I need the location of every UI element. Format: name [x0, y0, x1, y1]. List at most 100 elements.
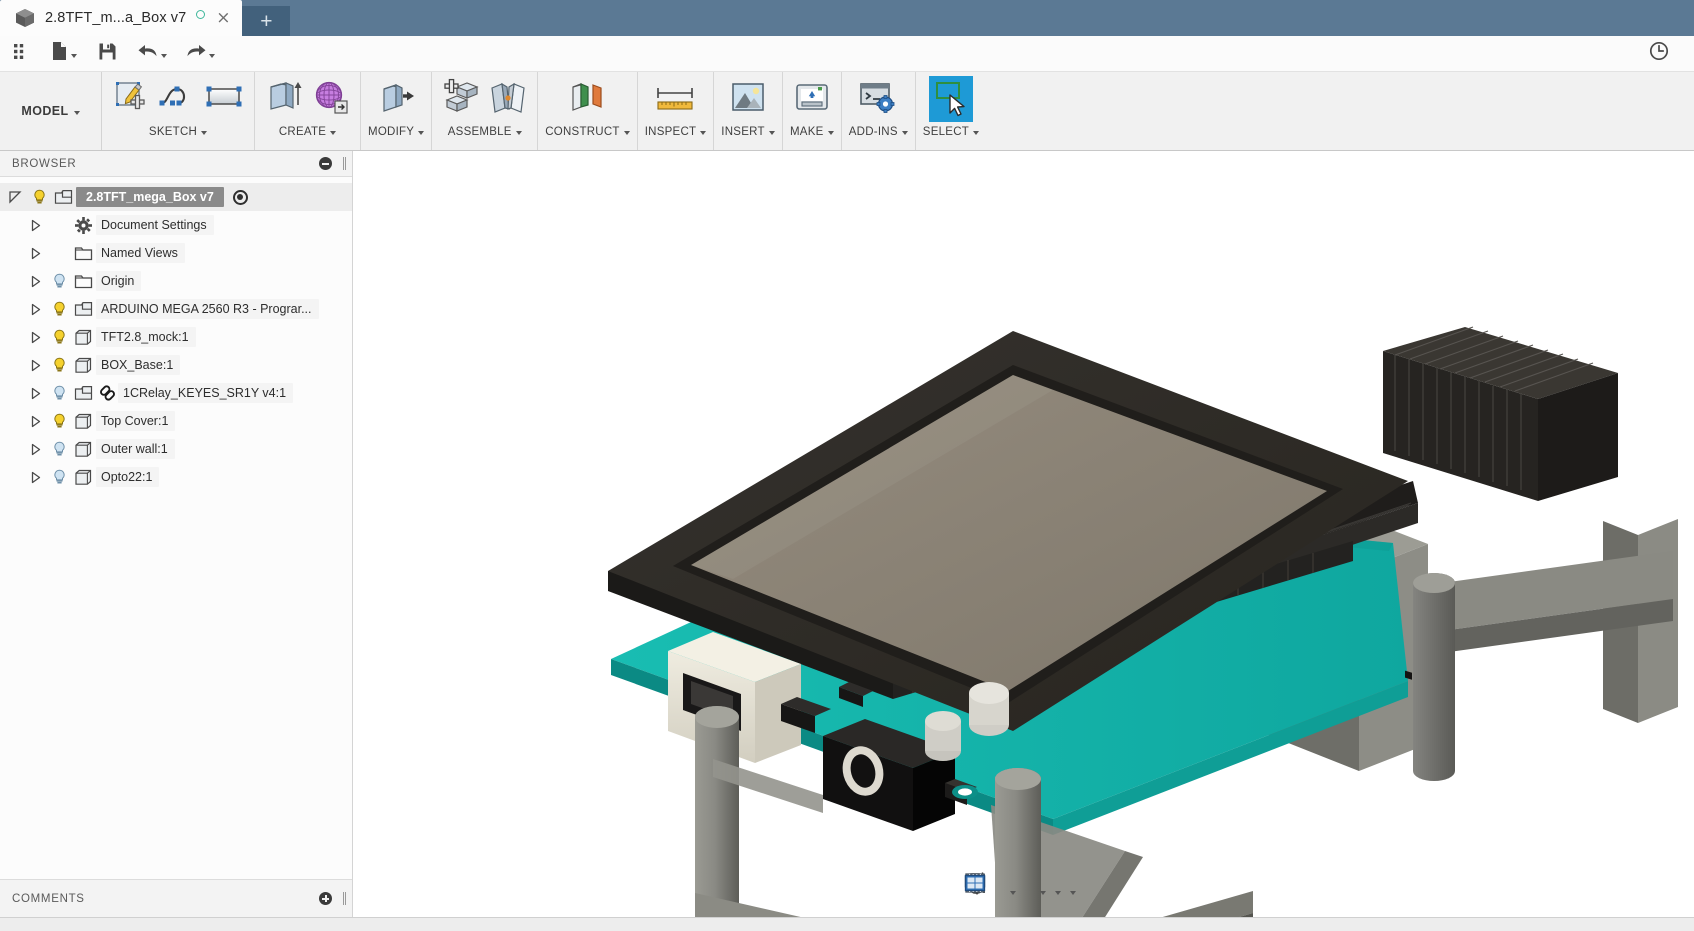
offset-plane-button[interactable] [565, 76, 609, 122]
cad-model-viewport [608, 326, 1678, 917]
expand-collapse-arrow[interactable] [22, 387, 48, 400]
document-tab[interactable]: 2.8TFT_m...a_Box v7 × [0, 0, 243, 36]
expand-collapse-arrow[interactable] [22, 359, 48, 372]
spline-button[interactable] [156, 76, 200, 122]
tree-row[interactable]: TFT2.8_mock:1 [0, 323, 352, 351]
expand-collapse-arrow[interactable] [22, 471, 48, 484]
ribbon-group-sketch-label[interactable]: SKETCH [149, 126, 208, 138]
tree-row[interactable]: ARDUINO MEGA 2560 R3 - Prograr... [0, 295, 352, 323]
undo-arrow-icon [137, 42, 159, 65]
zoom-button[interactable] [965, 872, 1004, 906]
comments-resize-grip[interactable] [343, 892, 346, 905]
tree-row[interactable]: BOX_Base:1 [0, 351, 352, 379]
new-component-icon [441, 78, 481, 121]
body-icon [70, 413, 96, 430]
save-button[interactable] [92, 39, 122, 69]
ribbon-group-create-label[interactable]: CREATE [279, 126, 337, 138]
rectangle-button[interactable] [203, 76, 247, 122]
pan-button[interactable] [966, 873, 997, 906]
visibility-bulb-icon[interactable] [48, 357, 70, 373]
select-tool-button[interactable] [928, 76, 973, 122]
comments-title: COMMENTS [12, 892, 85, 905]
document-tab-title: 2.8TFT_m...a_Box v7 [45, 10, 187, 26]
new-component-button[interactable] [439, 76, 483, 122]
chevron-down-icon [827, 131, 834, 135]
extrude-button[interactable] [262, 76, 306, 122]
panel-resize-grip[interactable] [343, 157, 346, 170]
expand-collapse-arrow[interactable] [22, 443, 48, 456]
tree-row[interactable]: Named Views [0, 239, 352, 267]
display-settings-button[interactable] [964, 874, 1049, 906]
ribbon-group-construct: CONSTRUCT [538, 72, 638, 150]
ribbon-group-insert-label[interactable]: INSERT [721, 126, 775, 138]
main-body: BROWSER 2.8TFT_mega_Box v7 Document Sett… [0, 151, 1694, 917]
expand-collapse-arrow[interactable] [22, 415, 48, 428]
body-icon [70, 329, 96, 346]
zoom-window-button[interactable] [964, 873, 1019, 906]
plus-circle-icon[interactable] [319, 892, 332, 905]
tree-item-label: Top Cover:1 [96, 411, 176, 431]
visibility-bulb-icon[interactable] [48, 441, 70, 457]
visibility-bulb-icon[interactable] [48, 273, 70, 289]
scripts-addins-button[interactable] [856, 76, 900, 122]
browser-header: BROWSER [0, 151, 352, 177]
tree-row[interactable]: Origin [0, 267, 352, 295]
expand-collapse-arrow[interactable] [22, 247, 48, 260]
tree-row[interactable]: Document Settings [0, 211, 352, 239]
active-component-radio[interactable] [232, 189, 248, 205]
group-label-text: SELECT [922, 126, 970, 138]
job-status-button[interactable] [1644, 39, 1674, 69]
visibility-bulb-icon[interactable] [48, 385, 70, 401]
new-file-button[interactable] [48, 39, 80, 69]
app-grid-button[interactable] [6, 39, 36, 69]
expand-collapse-arrow[interactable] [22, 219, 48, 232]
component-icon [70, 300, 96, 318]
ribbon-group-addins-label[interactable]: ADD-INS [849, 126, 908, 138]
new-tab-button[interactable]: + [242, 6, 291, 36]
tree-item-label: BOX_Base:1 [96, 355, 181, 375]
ribbon-group-assemble-label[interactable]: ASSEMBLE [448, 126, 522, 138]
gear-icon [70, 216, 96, 234]
undo-button[interactable] [134, 39, 170, 69]
ribbon-group-sketch: SKETCH [102, 72, 255, 150]
insert-mcmaster-button[interactable] [726, 76, 770, 122]
redo-button[interactable] [182, 39, 218, 69]
ribbon-group-modify-label[interactable]: MODIFY [368, 126, 425, 138]
3d-print-button[interactable] [790, 76, 834, 122]
tree-row[interactable]: Top Cover:1 [0, 407, 352, 435]
ribbon-group-construct-label[interactable]: CONSTRUCT [545, 126, 630, 138]
chevron-down-icon [1009, 890, 1016, 895]
tree-root-row[interactable]: 2.8TFT_mega_Box v7 [0, 183, 352, 211]
ribbon-toolbar: MODEL SKETCH CREATE MODIFY ASSEMBLE CONS… [0, 72, 1694, 151]
model-canvas[interactable] [353, 151, 1694, 917]
close-icon[interactable]: × [214, 9, 232, 27]
visibility-bulb-icon[interactable] [28, 189, 50, 205]
status-bar [0, 917, 1694, 931]
expand-collapse-arrow[interactable] [22, 275, 48, 288]
tree-row[interactable]: Opto22:1 [0, 463, 352, 491]
ribbon-group-select-label[interactable]: SELECT [922, 126, 980, 138]
visibility-bulb-icon[interactable] [48, 301, 70, 317]
ribbon-group-inspect-label[interactable]: INSPECT [645, 126, 707, 138]
press-pull-button[interactable] [374, 76, 418, 122]
joint-button[interactable] [486, 76, 530, 122]
grid-snaps-button[interactable] [964, 873, 1064, 906]
viewport-layout-button[interactable] [964, 874, 1079, 906]
tree-row[interactable]: Outer wall:1 [0, 435, 352, 463]
chevron-down-icon [1054, 890, 1061, 895]
workspace-switcher[interactable]: MODEL [0, 72, 102, 150]
visibility-bulb-icon[interactable] [48, 329, 70, 345]
minus-circle-icon[interactable] [319, 157, 332, 170]
visibility-bulb-icon[interactable] [48, 413, 70, 429]
measure-button[interactable] [653, 76, 697, 122]
ribbon-group-make-label[interactable]: MAKE [790, 126, 834, 138]
create-sketch-button[interactable] [109, 76, 153, 122]
create-form-button[interactable] [309, 76, 353, 122]
tree-item-label: ARDUINO MEGA 2560 R3 - Prograr... [96, 299, 319, 319]
expand-collapse-arrow[interactable] [2, 190, 28, 204]
expand-collapse-arrow[interactable] [22, 303, 48, 316]
expand-collapse-arrow[interactable] [22, 331, 48, 344]
ribbon-group-select: SELECT [916, 72, 986, 150]
visibility-bulb-icon[interactable] [48, 469, 70, 485]
tree-row[interactable]: 1CRelay_KEYES_SR1Y v4:1 [0, 379, 352, 407]
